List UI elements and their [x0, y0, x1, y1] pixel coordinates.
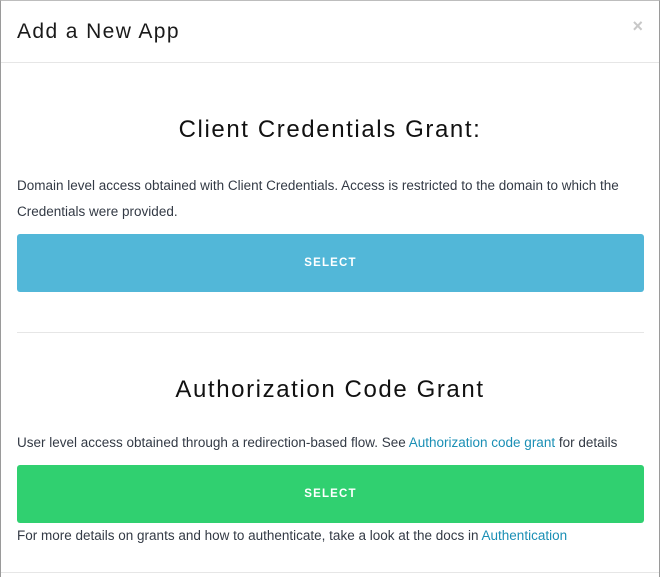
client-credentials-section: Client Credentials Grant: Domain level a… [17, 63, 644, 292]
modal-header: Add a New App × [1, 1, 659, 63]
modal-bottom-divider [1, 572, 659, 573]
authorization-code-description: User level access obtained through a red… [17, 430, 643, 456]
authorization-code-description-text: User level access obtained through a red… [17, 435, 409, 450]
client-credentials-title: Client Credentials Grant: [178, 116, 482, 143]
authorization-code-section: Authorization Code Grant User level acce… [17, 333, 644, 549]
footer-note: For more details on grants and how to au… [17, 523, 643, 549]
add-app-modal: Add a New App × Client Credentials Grant… [0, 0, 660, 577]
authorization-code-grant-link[interactable]: Authorization code grant [409, 435, 555, 450]
client-credentials-select-button[interactable]: SELECT [17, 234, 644, 292]
client-credentials-description: Domain level access obtained with Client… [17, 178, 619, 219]
authentication-link[interactable]: Authentication [482, 528, 568, 543]
modal-body: Client Credentials Grant: Domain level a… [1, 63, 659, 549]
authorization-code-select-button[interactable]: SELECT [17, 465, 644, 523]
close-icon[interactable]: × [632, 15, 643, 37]
authorization-code-title: Authorization Code Grant [175, 376, 485, 403]
footer-note-text: For more details on grants and how to au… [17, 528, 482, 543]
authorization-code-description-suffix: for details [555, 435, 618, 450]
modal-title: Add a New App [17, 20, 180, 43]
